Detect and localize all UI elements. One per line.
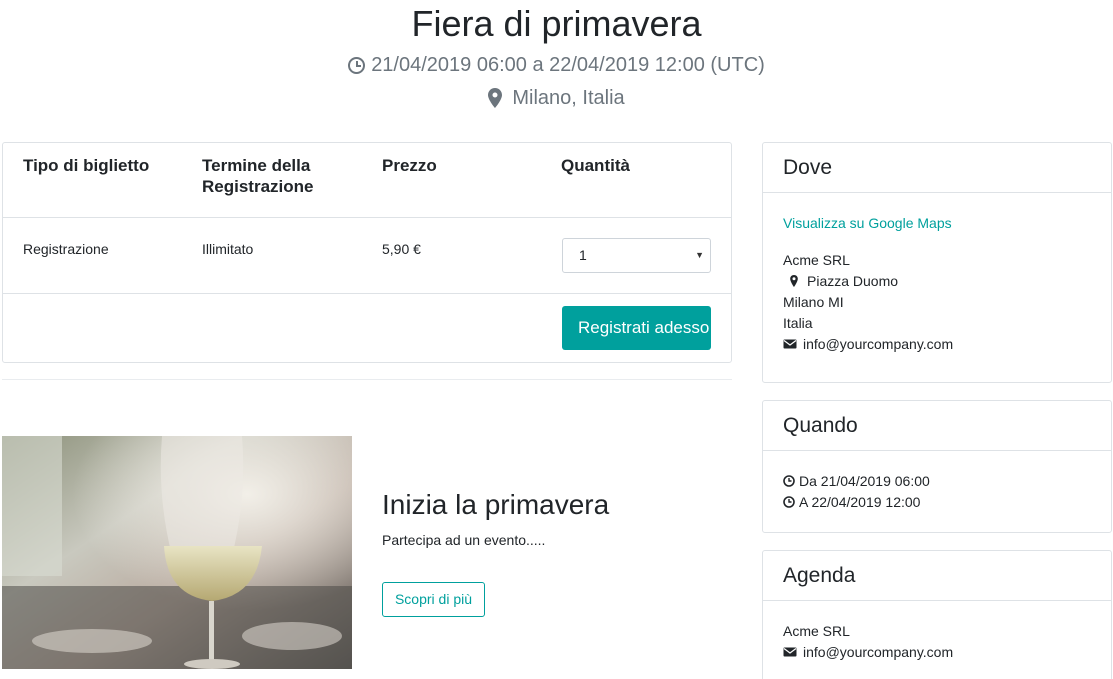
column-header-ticket-type: Tipo di biglietto xyxy=(23,156,150,175)
event-dates: 21/04/2019 06:00 a 22/04/2019 12:00 (UTC… xyxy=(0,52,1113,78)
ticket-table-card: Tipo di biglietto Termine della Registra… xyxy=(2,142,732,363)
venue-country: Italia xyxy=(783,315,813,331)
register-button[interactable]: Registrati adesso xyxy=(562,306,711,350)
agenda-email: info@yourcompany.com xyxy=(783,643,953,661)
ticket-deadline-cell: Illimitato xyxy=(202,241,254,257)
venue-city: Milano MI xyxy=(783,294,844,310)
column-header-deadline-line1: Termine della xyxy=(202,156,311,175)
column-header-deadline-line2: Registrazione xyxy=(202,177,314,196)
when-to-text: A 22/04/2019 12:00 xyxy=(799,494,921,510)
map-marker-icon xyxy=(488,88,503,108)
quantity-value: 1 xyxy=(579,247,587,263)
venue-company: Acme SRL xyxy=(783,252,850,268)
table-divider xyxy=(3,217,731,218)
caret-down-icon: ▼ xyxy=(695,250,704,260)
section-divider xyxy=(2,379,732,380)
google-maps-link[interactable]: Visualizza su Google Maps xyxy=(783,214,952,232)
when-to: A 22/04/2019 12:00 xyxy=(783,493,920,511)
event-location: Milano, Italia xyxy=(0,85,1113,111)
clock-icon xyxy=(783,496,795,508)
when-card-title: Quando xyxy=(763,401,1111,451)
where-card: Dove Visualizza su Google Maps Acme SRL … xyxy=(762,142,1112,383)
event-location-text: Milano, Italia xyxy=(512,87,625,109)
clock-icon xyxy=(783,475,795,487)
column-header-price: Prezzo xyxy=(382,156,437,175)
table-divider xyxy=(3,293,731,294)
promo-title: Inizia la primavera xyxy=(382,489,610,520)
promo-text: Partecipa ad un evento..... xyxy=(382,532,546,548)
venue-email: info@yourcompany.com xyxy=(783,335,953,353)
agenda-email-text: info@yourcompany.com xyxy=(803,644,954,660)
column-header-quantity: Quantità xyxy=(561,156,630,175)
event-dates-text: 21/04/2019 06:00 a 22/04/2019 12:00 (UTC… xyxy=(371,54,765,76)
venue-street: Piazza Duomo xyxy=(787,272,898,290)
when-from-text: Da 21/04/2019 06:00 xyxy=(799,473,930,489)
ticket-price-cell: 5,90 € xyxy=(382,241,421,257)
quantity-select[interactable]: 1 ▼ xyxy=(562,238,711,273)
venue-street-text: Piazza Duomo xyxy=(807,273,899,289)
when-from: Da 21/04/2019 06:00 xyxy=(783,472,930,490)
when-card: Quando Da 21/04/2019 06:00 A 22/04/2019 … xyxy=(762,400,1112,533)
ticket-type-cell: Registrazione xyxy=(23,241,109,257)
agenda-company: Acme SRL xyxy=(783,623,850,639)
event-title: Fiera di primavera xyxy=(411,3,702,44)
agenda-card-title: Agenda xyxy=(763,551,1111,601)
clock-icon xyxy=(348,56,366,74)
venue-email-text: info@yourcompany.com xyxy=(803,336,954,352)
agenda-card: Agenda Acme SRL info@yourcompany.com xyxy=(762,550,1112,679)
column-header-deadline: Termine della Registrazione xyxy=(202,155,313,197)
envelope-icon xyxy=(783,647,797,657)
envelope-icon xyxy=(783,339,797,349)
map-marker-icon xyxy=(790,275,798,287)
promo-image xyxy=(2,436,352,669)
discover-more-button[interactable]: Scopri di più xyxy=(382,582,485,617)
where-card-title: Dove xyxy=(763,143,1111,193)
